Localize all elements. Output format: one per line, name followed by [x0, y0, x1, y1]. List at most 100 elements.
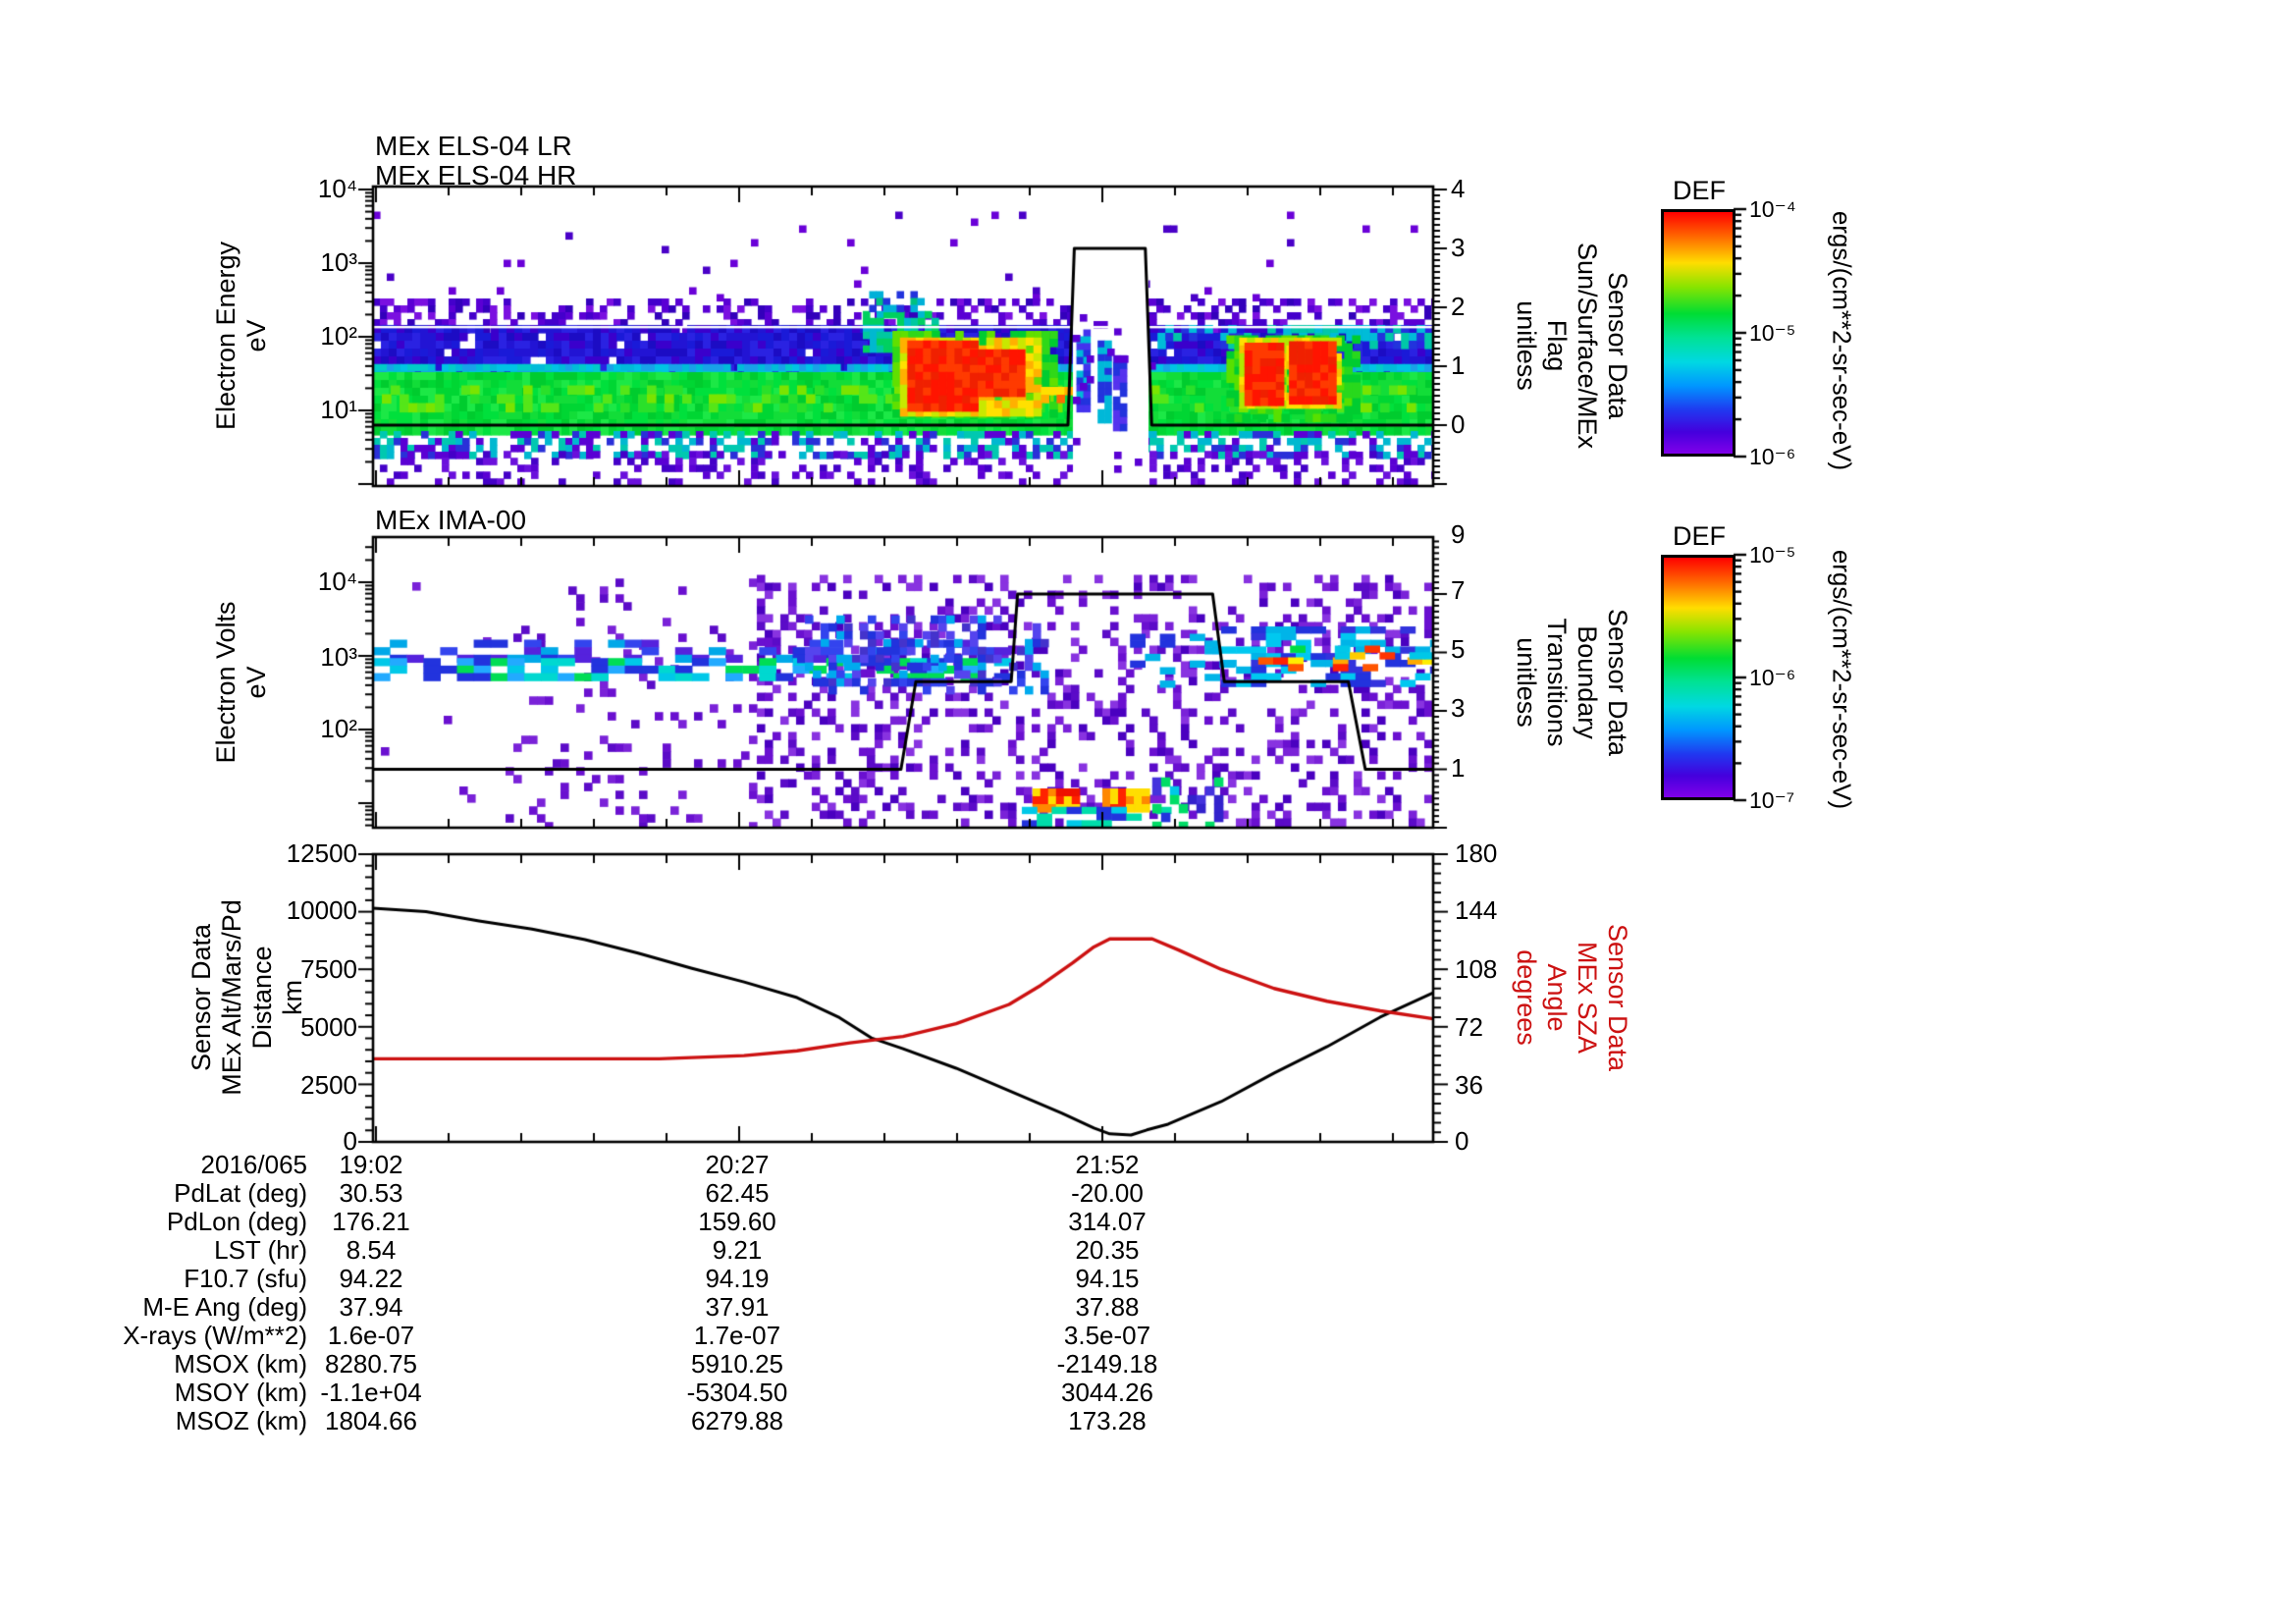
ima-rtick: 1	[1451, 753, 1466, 783]
els-title-hr: MEx ELS-04 HR	[375, 160, 577, 190]
cell: 3.5e-07	[1063, 1321, 1151, 1350]
row-label: PdLat (deg)	[174, 1178, 307, 1208]
els-ytick: 10³	[320, 247, 357, 277]
cell: 6279.88	[691, 1406, 783, 1435]
row-label: MSOY (km)	[174, 1378, 307, 1407]
cell: 20.35	[1075, 1235, 1140, 1265]
axis-label-line: Angle	[1542, 963, 1572, 1032]
axis-label-line: Distance	[247, 946, 277, 1050]
ima-ytick: 10²	[320, 714, 357, 743]
time-tick: 20:27	[705, 1150, 770, 1179]
cell: 37.91	[705, 1292, 770, 1322]
xy-rtick: 72	[1455, 1012, 1483, 1042]
axis-label-line: km	[278, 980, 307, 1016]
colorbar-els	[1661, 209, 1735, 457]
axis-label-line: degrees	[1512, 949, 1541, 1046]
axis-label-line: Boundary	[1573, 625, 1602, 739]
xy-ltick: 12500	[286, 839, 357, 868]
ima-ytick: 10³	[320, 642, 357, 672]
xy-rtick: 180	[1455, 839, 1498, 868]
xy-left-axis-label: Sensor Data MEx Alt/Mars/Pd Distance km	[187, 899, 308, 1096]
colorbar-ima-tick: 10⁻⁶	[1749, 665, 1796, 690]
row-label: F10.7 (sfu)	[184, 1264, 307, 1293]
cell: 5910.25	[691, 1349, 783, 1379]
xy-ltick: 5000	[300, 1012, 357, 1042]
ima-rtick: 7	[1451, 575, 1466, 605]
axis-label-line: unitless	[1512, 300, 1541, 391]
xy-rtick: 0	[1455, 1126, 1469, 1156]
xy-ltick: 2500	[300, 1070, 357, 1100]
axis-label-line: MEx SZA	[1573, 941, 1602, 1054]
axis-label-line: Flag	[1542, 319, 1572, 372]
axis-label-line: Sensor Data	[187, 923, 216, 1072]
colorbar-ima-title: DEF	[1673, 521, 1726, 551]
colorbar-els-unit: ergs/(cm**2-sr-sec-eV)	[1827, 210, 1857, 471]
xy-rtick: 108	[1455, 954, 1498, 984]
axis-label-line: Sensor Data	[1603, 608, 1632, 757]
cell: 1.7e-07	[693, 1321, 781, 1350]
els-ytick: 10²	[320, 321, 357, 351]
cell: 314.07	[1068, 1207, 1147, 1236]
cell: 94.22	[339, 1264, 403, 1293]
colorbar-ima	[1661, 555, 1735, 800]
xy-rtick: 36	[1455, 1070, 1483, 1100]
time-tick: 19:02	[339, 1150, 403, 1179]
els-rtick: 3	[1451, 233, 1466, 262]
ima-right-axis-label: Sensor Data Boundary Transitions unitles…	[1511, 609, 1632, 756]
els-ytick: 10⁴	[317, 174, 357, 203]
cell: 9.21	[712, 1235, 763, 1265]
ima-rtick: 5	[1451, 634, 1466, 664]
xy-rtick: 144	[1455, 895, 1498, 925]
ima-ytick: 10⁴	[317, 567, 357, 596]
xy-ltick: 7500	[300, 954, 357, 984]
xy-ltick: 10000	[286, 895, 357, 925]
colorbar-els-tick: 10⁻⁵	[1749, 320, 1796, 346]
row-label: MSOX (km)	[174, 1349, 307, 1379]
cell: 94.19	[705, 1264, 770, 1293]
row-label: M-E Ang (deg)	[142, 1292, 307, 1322]
cell: 1804.66	[325, 1406, 417, 1435]
cell: -2149.18	[1056, 1349, 1158, 1379]
cell: 3044.26	[1061, 1378, 1153, 1407]
date-label: 2016/065	[200, 1150, 307, 1179]
time-tick: 21:52	[1075, 1150, 1140, 1179]
spacecraft-data-plot-page: MEx ELS-04 LR MEx ELS-04 HR MEx IMA-00 E…	[0, 0, 2296, 1623]
xy-right-axis-label: Sensor Data MEx SZA Angle degrees	[1511, 924, 1632, 1071]
cell: 8.54	[346, 1235, 397, 1265]
els-title-lr: MEx ELS-04 LR	[375, 131, 572, 161]
cell: 37.88	[1075, 1292, 1140, 1322]
axis-label-line: Transitions	[1542, 618, 1572, 747]
cell: 37.94	[339, 1292, 403, 1322]
axis-label-line: unitless	[1512, 637, 1541, 728]
cell: 159.60	[698, 1207, 776, 1236]
ima-title: MEx IMA-00	[375, 505, 527, 535]
els-ytick: 10¹	[320, 395, 357, 424]
row-label: X-rays (W/m**2)	[123, 1321, 307, 1350]
els-right-axis-label: Sensor Data Sun/Surface/MEx Flag unitles…	[1511, 243, 1632, 449]
cell: 62.45	[705, 1178, 770, 1208]
els-rtick: 4	[1451, 174, 1466, 203]
colorbar-els-tick: 10⁻⁶	[1749, 444, 1796, 469]
ima-rtick: 3	[1451, 693, 1466, 723]
row-label: LST (hr)	[214, 1235, 307, 1265]
row-label: MSOZ (km)	[175, 1406, 307, 1435]
cell: 8280.75	[325, 1349, 417, 1379]
colorbar-els-tick: 10⁻⁴	[1749, 196, 1796, 222]
axis-label-line: Sun/Surface/MEx	[1573, 242, 1602, 450]
els-rtick: 0	[1451, 409, 1466, 439]
cell: 30.53	[339, 1178, 403, 1208]
axis-label-line: Sensor Data	[1603, 923, 1632, 1072]
els-rtick: 1	[1451, 351, 1466, 380]
axis-label-line: Electron Energy	[211, 241, 240, 431]
colorbar-els-title: DEF	[1673, 176, 1726, 205]
row-label: PdLon (deg)	[166, 1207, 307, 1236]
axis-label-line: MEx Alt/Mars/Pd	[217, 899, 246, 1096]
ima-rtick: 9	[1451, 519, 1466, 549]
axis-label-line: Electron Volts	[211, 601, 240, 764]
colorbar-ima-unit: ergs/(cm**2-sr-sec-eV)	[1827, 549, 1857, 810]
cell: -5304.50	[686, 1378, 788, 1407]
cell: 173.28	[1068, 1406, 1147, 1435]
colorbar-ima-tick: 10⁻⁷	[1749, 787, 1795, 813]
cell: 1.6e-07	[327, 1321, 415, 1350]
cell: -1.1e+04	[320, 1378, 422, 1407]
